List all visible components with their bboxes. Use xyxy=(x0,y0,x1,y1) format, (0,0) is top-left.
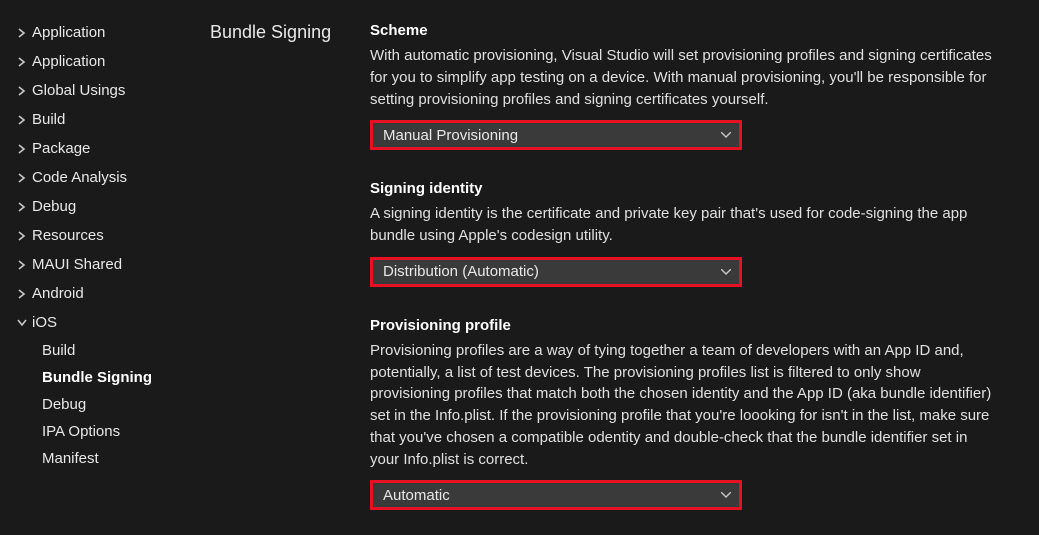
scheme-label: Scheme xyxy=(370,22,1019,39)
signing-identity-label: Signing identity xyxy=(370,180,1019,197)
chevron-right-icon xyxy=(14,318,30,328)
provisioning-profile-label: Provisioning profile xyxy=(370,317,1019,334)
sidebar-item-resources[interactable]: Resources xyxy=(10,221,210,250)
chevron-down-icon xyxy=(721,492,731,498)
sidebar-item-label: Resources xyxy=(32,227,104,244)
sidebar-item-package[interactable]: Package xyxy=(10,134,210,163)
sidebar-item-ios[interactable]: iOS xyxy=(10,308,210,337)
sidebar-item-label: Application xyxy=(32,53,105,70)
sidebar-item-label: Package xyxy=(32,140,90,157)
sidebar-item-application[interactable]: Application xyxy=(10,47,210,76)
main-panel: Scheme With automatic provisioning, Visu… xyxy=(370,0,1039,535)
scheme-group: Scheme With automatic provisioning, Visu… xyxy=(370,22,1019,150)
sidebar-item-android[interactable]: Android xyxy=(10,279,210,308)
chevron-right-icon xyxy=(14,231,30,241)
chevron-right-icon xyxy=(14,289,30,299)
sidebar-item-debug[interactable]: Debug xyxy=(10,192,210,221)
sidebar-item-label: Code Analysis xyxy=(32,169,127,186)
chevron-down-icon xyxy=(721,132,731,138)
scheme-dropdown[interactable]: Manual Provisioning xyxy=(370,120,742,150)
scheme-dropdown-value: Manual Provisioning xyxy=(383,127,518,144)
chevron-right-icon xyxy=(14,173,30,183)
signing-identity-dropdown-value: Distribution (Automatic) xyxy=(383,263,539,280)
sidebar-item-label: MAUI Shared xyxy=(32,256,122,273)
chevron-right-icon xyxy=(14,144,30,154)
sidebar-item-build[interactable]: Build xyxy=(10,105,210,134)
signing-identity-dropdown[interactable]: Distribution (Automatic) xyxy=(370,257,742,287)
scheme-desc: With automatic provisioning, Visual Stud… xyxy=(370,45,1000,110)
provisioning-profile-desc: Provisioning profiles are a way of tying… xyxy=(370,340,1000,471)
sidebar-item-label: Global Usings xyxy=(32,82,125,99)
sidebar-item-maui-shared[interactable]: MAUI Shared xyxy=(10,250,210,279)
provisioning-profile-dropdown-value: Automatic xyxy=(383,487,450,504)
sidebar-item-code-analysis[interactable]: Code Analysis xyxy=(10,163,210,192)
provisioning-profile-dropdown[interactable]: Automatic xyxy=(370,480,742,510)
sidebar-item-label: Android xyxy=(32,285,84,302)
provisioning-profile-group: Provisioning profile Provisioning profil… xyxy=(370,317,1019,511)
sidebar-subitem-bundle-signing[interactable]: Bundle Signing xyxy=(38,364,210,391)
sidebar-item-application[interactable]: Application xyxy=(10,18,210,47)
chevron-right-icon xyxy=(14,28,30,38)
section-title: Bundle Signing xyxy=(210,0,370,535)
signing-identity-group: Signing identity A signing identity is t… xyxy=(370,180,1019,287)
sidebar-item-label: Build xyxy=(32,111,65,128)
signing-identity-desc: A signing identity is the certificate an… xyxy=(370,203,1000,247)
chevron-right-icon xyxy=(14,202,30,212)
chevron-right-icon xyxy=(14,115,30,125)
chevron-down-icon xyxy=(721,269,731,275)
sidebar-subitem-build[interactable]: Build xyxy=(38,337,210,364)
sidebar-subitem-ipa-options[interactable]: IPA Options xyxy=(38,418,210,445)
sidebar-item-label: iOS xyxy=(32,314,57,331)
chevron-right-icon xyxy=(14,86,30,96)
sidebar-subitem-manifest[interactable]: Manifest xyxy=(38,445,210,472)
chevron-right-icon xyxy=(14,260,30,270)
sidebar: Application Application Global Usings Build… xyxy=(0,0,210,535)
sidebar-item-label: Debug xyxy=(32,198,76,215)
chevron-right-icon xyxy=(14,57,30,67)
sidebar-item-label: Application xyxy=(32,24,105,41)
sidebar-item-global-usings[interactable]: Global Usings xyxy=(10,76,210,105)
sidebar-subitem-debug[interactable]: Debug xyxy=(38,391,210,418)
